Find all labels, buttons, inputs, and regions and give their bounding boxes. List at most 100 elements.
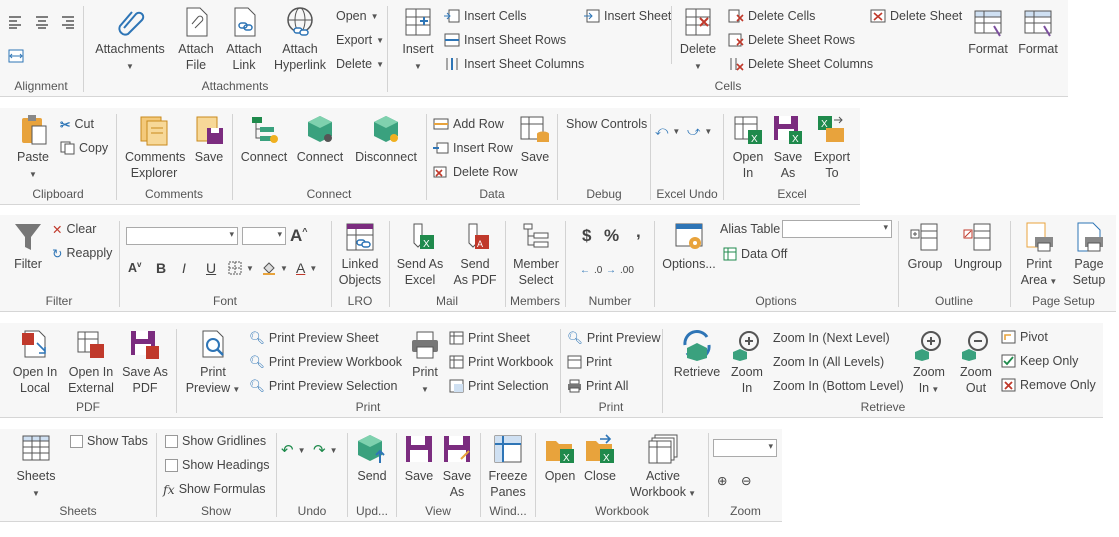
- attach-hyperlink-button[interactable]: Attach Hyperlink: [270, 6, 330, 73]
- freeze-panes-button[interactable]: Freeze Panes: [485, 433, 531, 500]
- delete-row-button[interactable]: Delete Row: [433, 163, 518, 181]
- save-as-pdf-button[interactable]: Save As PDF: [120, 329, 170, 396]
- reapply-button[interactable]: ↻ Reapply: [52, 244, 112, 262]
- insert-sheet-button[interactable]: Insert Sheet: [584, 7, 671, 25]
- disconnect-button[interactable]: Disconnect: [353, 114, 419, 165]
- print-sheet-button[interactable]: Print Sheet: [449, 329, 530, 347]
- zoom-in-menu-button[interactable]: Zoom In ▼: [907, 329, 951, 398]
- linked-objects-button[interactable]: Linked Objects: [336, 221, 384, 288]
- connect-button-1[interactable]: Connect: [239, 114, 289, 165]
- attach-file-button[interactable]: Attach File: [174, 6, 218, 73]
- attachments-button[interactable]: Attachments ▼: [94, 6, 166, 75]
- workbook-open-button[interactable]: X Open: [542, 433, 578, 484]
- zoom-out-small-button[interactable]: ⊖: [741, 471, 751, 489]
- zoom-in-button[interactable]: Zoom In: [727, 329, 767, 396]
- font-family-select[interactable]: [126, 227, 238, 245]
- page-setup-button[interactable]: Page Setup: [1067, 221, 1111, 288]
- print-small-button[interactable]: Print: [567, 353, 612, 371]
- data-save-button[interactable]: Save: [515, 114, 555, 165]
- print-preview-workbook-button[interactable]: 🔍︎ Print Preview Workbook: [249, 353, 402, 371]
- align-right-icon[interactable]: [61, 15, 75, 29]
- group-button[interactable]: Group: [903, 221, 947, 272]
- fill-color-button[interactable]: ▼: [262, 259, 288, 277]
- export-to-button[interactable]: X Export To: [810, 114, 854, 181]
- options-button[interactable]: Options...: [661, 221, 717, 272]
- insert-sheet-columns-button[interactable]: Insert Sheet Columns: [444, 55, 584, 73]
- send-button[interactable]: Send: [352, 433, 392, 484]
- print-preview-selection-button[interactable]: 🔍︎ Print Preview Selection: [249, 377, 397, 395]
- format-button-2[interactable]: Format: [1016, 6, 1060, 57]
- active-workbook-button[interactable]: Active Workbook ▼: [626, 433, 700, 502]
- show-tabs-checkbox[interactable]: Show Tabs: [70, 432, 148, 450]
- redo-button[interactable]: ↷ ▼: [313, 441, 338, 459]
- send-as-pdf-button[interactable]: A Send As PDF: [450, 221, 500, 288]
- undo-button[interactable]: ↶ ▼: [281, 441, 306, 459]
- alias-table-select[interactable]: [782, 220, 892, 238]
- delete-sheet-rows-button[interactable]: Delete Sheet Rows: [728, 31, 855, 49]
- view-save-as-button[interactable]: Save As: [439, 433, 475, 500]
- ungroup-button[interactable]: Ungroup: [951, 221, 1005, 272]
- print-workbook-button[interactable]: Print Workbook: [449, 353, 553, 371]
- font-size-select[interactable]: [242, 227, 286, 245]
- show-gridlines-checkbox[interactable]: Show Gridlines: [165, 432, 266, 450]
- show-headings-checkbox[interactable]: Show Headings: [165, 456, 270, 474]
- comma-button[interactable]: ,: [636, 222, 641, 241]
- shrink-font-button[interactable]: Av: [128, 259, 141, 277]
- decrease-decimal-button[interactable]: → .00: [606, 261, 634, 279]
- insert-button[interactable]: Insert ▼: [396, 6, 440, 75]
- attach-link-button[interactable]: Attach Link: [222, 6, 266, 73]
- connect-button-2[interactable]: Connect: [295, 114, 345, 165]
- comments-save-button[interactable]: Save: [189, 114, 229, 165]
- italic-button[interactable]: I: [182, 259, 186, 277]
- view-save-button[interactable]: Save: [401, 433, 437, 484]
- open-in-external-button[interactable]: Open In External: [64, 329, 118, 396]
- show-controls-button[interactable]: Show Controls: [566, 115, 647, 133]
- comments-explorer-button[interactable]: Comments Explorer: [125, 114, 185, 181]
- zoom-all-levels-button[interactable]: Zoom In (All Levels): [773, 353, 884, 371]
- format-button-1[interactable]: Format: [966, 6, 1010, 57]
- open-menu[interactable]: Open ▼: [336, 7, 379, 25]
- sheets-button[interactable]: Sheets ▼: [12, 433, 60, 502]
- delete-sheet-button[interactable]: Delete Sheet: [870, 7, 962, 25]
- print-selection-button[interactable]: Print Selection: [449, 377, 549, 395]
- remove-only-button[interactable]: Remove Only: [1001, 376, 1096, 394]
- pivot-button[interactable]: Pivot: [1001, 328, 1048, 346]
- excel-undo-button[interactable]: ⤺ ▼: [655, 122, 680, 140]
- send-as-excel-button[interactable]: X Send As Excel: [394, 221, 446, 288]
- workbook-close-button[interactable]: X Close: [582, 433, 618, 484]
- delete-menu[interactable]: Delete ▼: [336, 55, 384, 73]
- zoom-bottom-level-button[interactable]: Zoom In (Bottom Level): [773, 377, 904, 395]
- insert-sheet-rows-button[interactable]: Insert Sheet Rows: [444, 31, 566, 49]
- font-color-button[interactable]: A ▼: [296, 259, 317, 277]
- zoom-select[interactable]: [713, 439, 777, 457]
- align-left-icon[interactable]: [8, 15, 22, 29]
- show-formulas-button[interactable]: fx Show Formulas: [163, 480, 266, 498]
- underline-button[interactable]: U: [206, 259, 216, 277]
- print-preview-small-button[interactable]: 🔍︎ Print Preview: [567, 329, 661, 347]
- excel-redo-button[interactable]: ⤻ ▼: [687, 122, 712, 140]
- open-in-local-button[interactable]: Open In Local: [8, 329, 62, 396]
- align-center-icon[interactable]: [35, 15, 49, 29]
- merge-cells-icon[interactable]: [8, 48, 24, 64]
- zoom-out-button[interactable]: Zoom Out: [955, 329, 997, 396]
- save-as-button[interactable]: X Save As: [770, 114, 806, 181]
- bold-button[interactable]: B: [156, 259, 166, 277]
- delete-cells-menu-button[interactable]: Delete ▼: [676, 6, 720, 75]
- currency-button[interactable]: $: [582, 226, 591, 245]
- cut-button[interactable]: ✂ Cut: [60, 115, 94, 133]
- keep-only-button[interactable]: Keep Only: [1001, 352, 1078, 370]
- percent-button[interactable]: %: [604, 226, 619, 245]
- print-button[interactable]: Print ▼: [405, 329, 445, 398]
- increase-decimal-button[interactable]: ← .0: [580, 261, 602, 279]
- delete-cells-button[interactable]: Delete Cells: [728, 7, 815, 25]
- paste-button[interactable]: Paste ▼: [10, 114, 56, 183]
- print-area-button[interactable]: Print Area ▼: [1017, 221, 1061, 290]
- retrieve-button[interactable]: Retrieve: [671, 329, 723, 380]
- copy-button[interactable]: Copy: [60, 139, 108, 157]
- zoom-next-level-button[interactable]: Zoom In (Next Level): [773, 329, 890, 347]
- zoom-in-small-button[interactable]: ⊕: [717, 471, 727, 489]
- data-off-button[interactable]: Data Off: [723, 245, 787, 263]
- print-all-button[interactable]: Print All: [567, 377, 628, 395]
- grow-font-button[interactable]: A^: [290, 226, 308, 245]
- clear-button[interactable]: ✕ Clear: [52, 220, 96, 238]
